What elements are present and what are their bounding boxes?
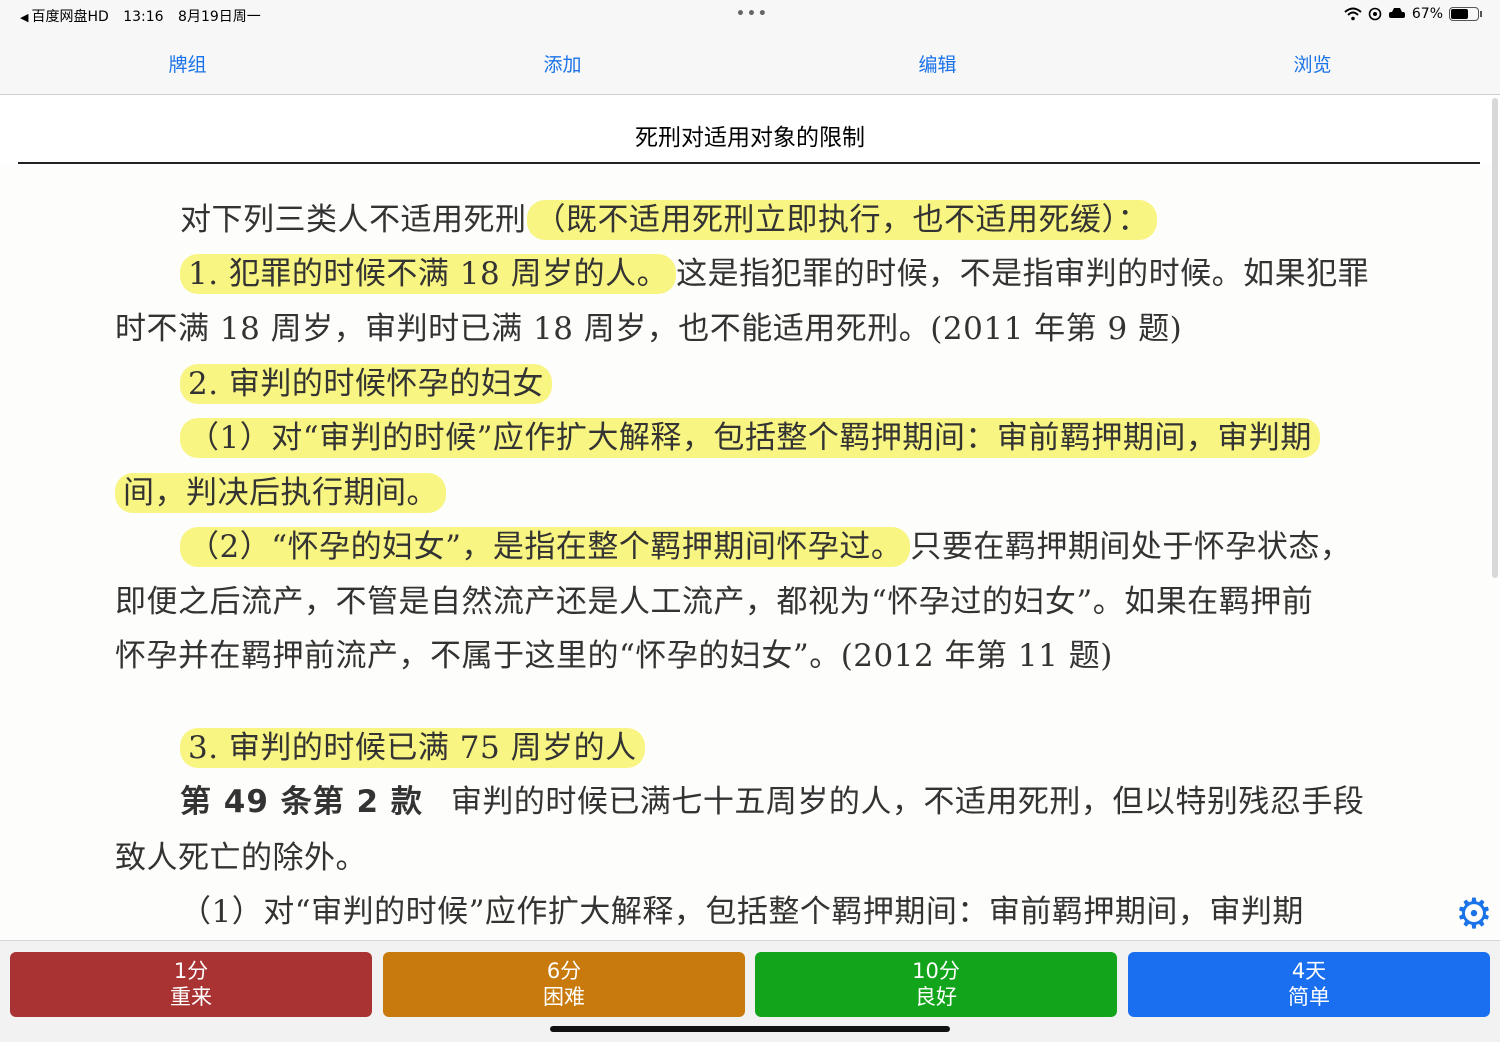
card-text-line: （1）对“审判的时候”应作扩大解释，包括整个羁押期间：审前羁押期间，审判期: [180, 886, 1304, 931]
highlighted-text: 1. 犯罪的时候不满 18 周岁的人。: [180, 254, 677, 294]
top-toolbar: 牌组 添加 编辑 浏览: [0, 30, 1500, 95]
law-article-ref: 第 49 条第 2 款: [180, 784, 423, 820]
text-segment: 这是指犯罪的时候，不是指审判的时候。如果犯罪: [676, 256, 1370, 292]
highlighted-text: 2. 审判的时候怀孕的妇女: [180, 364, 552, 404]
battery-icon: [1449, 7, 1479, 21]
card-text-line: 2. 审判的时候怀孕的妇女: [180, 358, 552, 404]
status-left[interactable]: ◀ 百度网盘HD 13:16 8月19日周一: [20, 6, 271, 26]
good-label: 良好: [915, 985, 957, 1009]
text-segment: 时不满 18 周岁，审判时已满 18 周岁，也不能适用死刑。(2011 年第 9…: [115, 311, 1183, 347]
battery-percent: 67%: [1411, 6, 1443, 22]
highlighted-text: （2）“怀孕的妇女”，是指在整个羁押期间怀孕过。: [180, 527, 911, 567]
multitasking-dots-icon[interactable]: •••: [736, 6, 769, 22]
highlighted-text: （既不适用死刑立即执行，也不适用死缓）：: [526, 200, 1157, 240]
card-text-line: 即便之后流产，不管是自然流产还是人工流产，都视为“怀孕过的妇女”。如果在羁押前: [115, 576, 1313, 621]
easy-button[interactable]: 4天 简单: [1128, 952, 1490, 1017]
card-image-scan[interactable]: 对下列三类人不适用死刑 （既不适用死刑立即执行，也不适用死缓）： 1. 犯罪的时候不…: [0, 164, 1500, 940]
card-text-line: 3. 审判的时候已满 75 周岁的人: [180, 722, 645, 768]
text-segment: 致人死亡的除外。: [115, 840, 367, 876]
battery-tip: [1480, 11, 1482, 17]
status-right: 67%: [1344, 6, 1482, 22]
hard-label: 困难: [543, 985, 585, 1009]
easy-interval: 4天: [1291, 959, 1327, 983]
scroll-indicator[interactable]: [1492, 98, 1498, 578]
again-button[interactable]: 1分 重来: [10, 952, 372, 1017]
card-text-line: 怀孕并在羁押前流产，不属于这里的“怀孕的妇女”。(2012 年第 11 题): [115, 630, 1113, 675]
good-button[interactable]: 10分 良好: [755, 952, 1117, 1017]
text-segment: 即便之后流产，不管是自然流产还是人工流产，都视为“怀孕过的妇女”。如果在羁押前: [115, 584, 1314, 620]
battery-fill: [1451, 9, 1469, 19]
edit-button[interactable]: 编辑: [750, 30, 1125, 94]
hard-button[interactable]: 6分 困难: [383, 952, 745, 1017]
decks-button[interactable]: 牌组: [0, 30, 375, 94]
again-interval: 1分: [173, 959, 209, 983]
answer-bar: 1分 重来 6分 困难 10分 良好 4天 简单: [0, 940, 1500, 1042]
card-title: 死刑对适用对象的限制: [635, 125, 865, 151]
card-text-line: 时不满 18 周岁，审判时已满 18 周岁，也不能适用死刑。(2011 年第 9…: [115, 303, 1182, 348]
screen-lock-icon: [1368, 7, 1382, 21]
home-indicator[interactable]: [550, 1026, 950, 1032]
back-caret-icon[interactable]: ◀: [20, 11, 28, 24]
status-date: 8月19日周一: [178, 9, 261, 25]
card-text-line: 对下列三类人不适用死刑 （既不适用死刑立即执行，也不适用死缓）：: [180, 194, 1157, 240]
card-text-line: 间，判决后执行期间。: [115, 467, 446, 513]
card-text-line: （2）“怀孕的妇女”，是指在整个羁押期间怀孕过。 只要在羁押期间处于怀孕状态，: [180, 521, 1352, 567]
browse-button[interactable]: 浏览: [1125, 30, 1500, 94]
highlighted-text: 3. 审判的时候已满 75 周岁的人: [180, 728, 645, 768]
status-bar: ◀ 百度网盘HD 13:16 8月19日周一 ••• 67%: [0, 0, 1500, 30]
text-segment: 审判的时候已满七十五周岁的人，不适用死刑，但以特别残忍手段: [450, 784, 1365, 820]
text-segment: （1）对“审判的时候”应作扩大解释，包括整个羁押期间：审前羁押期间，审判期: [180, 894, 1304, 930]
text-segment: 怀孕并在羁押前流产，不属于这里的“怀孕的妇女”。(2012 年第 11 题): [115, 638, 1113, 674]
card-text-line: 第 49 条第 2 款审判的时候已满七十五周岁的人，不适用死刑，但以特别残忍手段: [180, 776, 1364, 821]
wifi-icon: [1344, 7, 1362, 21]
add-button[interactable]: 添加: [375, 30, 750, 94]
again-label: 重来: [170, 985, 212, 1009]
car-icon: [1388, 8, 1405, 18]
hard-interval: 6分: [546, 959, 582, 983]
status-time: 13:16: [123, 9, 164, 25]
highlighted-text: 间，判决后执行期间。: [115, 473, 446, 513]
back-app-label[interactable]: 百度网盘HD: [31, 9, 108, 25]
card-text-line: 1. 犯罪的时候不满 18 周岁的人。 这是指犯罪的时候，不是指审判的时候。如果犯…: [180, 248, 1370, 294]
gear-icon[interactable]: ⚙: [1452, 892, 1496, 936]
card-text-line: （1）对“审判的时候”应作扩大解释，包括整个羁押期间：审前羁押期间，审判期: [180, 412, 1320, 458]
highlighted-text: （1）对“审判的时候”应作扩大解释，包括整个羁押期间：审前羁押期间，审判期: [180, 418, 1320, 458]
text-segment: 对下列三类人不适用死刑: [180, 202, 527, 238]
easy-label: 简单: [1288, 985, 1330, 1009]
good-interval: 10分: [912, 959, 960, 983]
card-text-line: 致人死亡的除外。: [115, 832, 367, 877]
text-segment: 只要在羁押期间处于怀孕状态，: [910, 529, 1352, 565]
